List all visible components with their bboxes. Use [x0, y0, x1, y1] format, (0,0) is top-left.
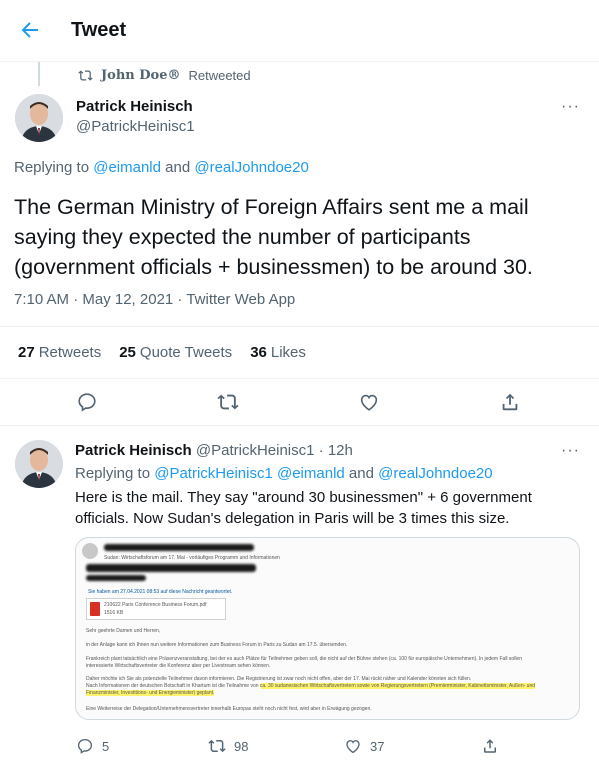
email-image[interactable]: Sudan: Wirtschaftsforum am 17. Mai - vor… — [75, 537, 580, 720]
heart-icon — [346, 740, 360, 754]
redacted-cc — [86, 575, 146, 581]
divider — [0, 326, 599, 327]
divider — [0, 425, 599, 426]
retweet-count: 98 — [234, 738, 249, 754]
likes-count: 36 — [250, 344, 267, 361]
tweet-text: The German Ministry of Foreign Affairs s… — [14, 195, 533, 279]
back-button[interactable] — [18, 18, 44, 44]
arrow-left-icon — [21, 22, 38, 38]
replying-to: Replying to @eimanld and @realJohndoe20 — [14, 159, 309, 176]
retweet-button[interactable]: 98 — [208, 737, 248, 755]
file-name: 210622 Paris Conference Business Forum.p… — [104, 602, 207, 608]
replying-to: Replying to @PatrickHeinisc1 @eimanld an… — [75, 465, 493, 482]
email-paragraph: Eine Weiterreise der Delegation/Unterneh… — [86, 706, 372, 712]
tweet-header: Patrick Heinisch @PatrickHeinisc1 · 12h — [75, 442, 353, 459]
like-button[interactable]: 37 — [344, 737, 384, 755]
share-button[interactable] — [481, 737, 499, 755]
email-paragraph: in der Anlage kann ich Ihnen nun weitere… — [86, 642, 348, 648]
divider — [0, 378, 599, 379]
likes-stat[interactable]: 36 Likes — [250, 344, 306, 361]
likes-label: Likes — [270, 344, 306, 361]
like-button[interactable] — [358, 391, 380, 413]
retweet-button[interactable] — [217, 391, 239, 413]
retweets-stat[interactable]: 27 Retweets — [18, 344, 101, 361]
avatar-photo — [15, 440, 63, 488]
retweet-label: Retweeted — [188, 68, 251, 83]
top-bar: Tweet — [0, 0, 599, 62]
retweet-icon — [217, 394, 239, 410]
file-size: 1516 KB — [104, 610, 124, 616]
heart-icon — [360, 394, 378, 411]
share-button[interactable] — [499, 391, 521, 413]
mention-link[interactable]: @realJohndoe20 — [194, 159, 308, 176]
and-label: and — [348, 465, 374, 482]
retweets-label: Retweets — [38, 344, 102, 361]
share-icon — [484, 739, 496, 753]
redacted-recipients — [86, 564, 256, 572]
email-paragraph: Finanzminister, Investitions- und Energi… — [86, 690, 215, 696]
redacted-sender — [104, 544, 254, 551]
page-title: Tweet — [71, 19, 127, 41]
more-options-icon[interactable]: ··· — [561, 442, 580, 460]
reply-button[interactable] — [76, 391, 98, 413]
tweet-timestamp[interactable]: 7:10 AM · May 12, 2021 · Twitter Web App — [14, 291, 295, 308]
quote-tweets-stat[interactable]: 25 Quote Tweets — [119, 344, 232, 361]
replying-prefix: Replying to — [14, 159, 90, 176]
reply-icon — [78, 393, 96, 412]
tweet-text: Here is the mail. They say "around 30 bu… — [75, 489, 532, 527]
avatar[interactable] — [15, 440, 63, 488]
email-paragraph: interessierte Wirtschaftsvertreter die K… — [86, 663, 271, 669]
retweet-notice: John Doe® Retweeted — [78, 68, 251, 83]
replying-prefix: Replying to — [75, 465, 151, 482]
mention-link[interactable]: @PatrickHeinisc1 — [154, 465, 273, 482]
tweet-stats: 27 Retweets 25 Quote Tweets 36 Likes — [18, 344, 306, 361]
email-paragraph: Daher möchte ich Sie als potenzielle Tei… — [86, 676, 472, 682]
reply-button[interactable]: 5 — [76, 737, 109, 755]
author-handle[interactable]: @PatrickHeinisc1 — [76, 118, 195, 135]
mention-link[interactable]: @realJohndoe20 — [378, 465, 492, 482]
quotes-count: 25 — [119, 344, 136, 361]
retweet-icon — [78, 70, 93, 81]
reply-count: 5 — [102, 738, 110, 754]
highlighted-text: Finanzminister, Investitions- und Energi… — [86, 690, 215, 696]
avatar[interactable] — [15, 94, 63, 142]
reply-notice: Sie haben am 27.04.2021 08:53 auf diese … — [88, 589, 233, 595]
email-paragraph: Frankreich plant tatsächlich eine Präsen… — [86, 656, 522, 662]
author-handle-time[interactable]: @PatrickHeinisc1 · 12h — [196, 442, 353, 459]
share-icon — [502, 393, 518, 411]
author-name[interactable]: Patrick Heinisch — [75, 442, 192, 459]
pdf-attachment: 210622 Paris Conference Business Forum.p… — [86, 598, 226, 620]
reply-icon — [77, 738, 93, 754]
like-count: 37 — [370, 738, 385, 754]
quotes-label: Quote Tweets — [139, 344, 233, 361]
mention-link[interactable]: @eimanld — [277, 465, 345, 482]
retweets-count: 27 — [18, 344, 35, 361]
mention-link[interactable]: @eimanld — [93, 159, 161, 176]
retweeter-name[interactable]: John Doe® — [101, 68, 180, 83]
email-subject: Sudan: Wirtschaftsforum am 17. Mai - vor… — [104, 555, 280, 561]
email-highlighted-paragraph: Nach Informationen der deutschen Botscha… — [86, 683, 536, 689]
email-greeting: Sehr geehrte Damen und Herren, — [86, 628, 161, 634]
and-label: and — [165, 159, 191, 176]
sender-avatar — [82, 543, 98, 559]
pdf-icon — [90, 602, 100, 616]
avatar-photo — [15, 94, 63, 142]
retweet-icon — [208, 739, 226, 753]
more-options-icon[interactable]: ··· — [561, 98, 580, 116]
thread-line — [38, 62, 40, 86]
author-name[interactable]: Patrick Heinisch — [76, 98, 193, 115]
